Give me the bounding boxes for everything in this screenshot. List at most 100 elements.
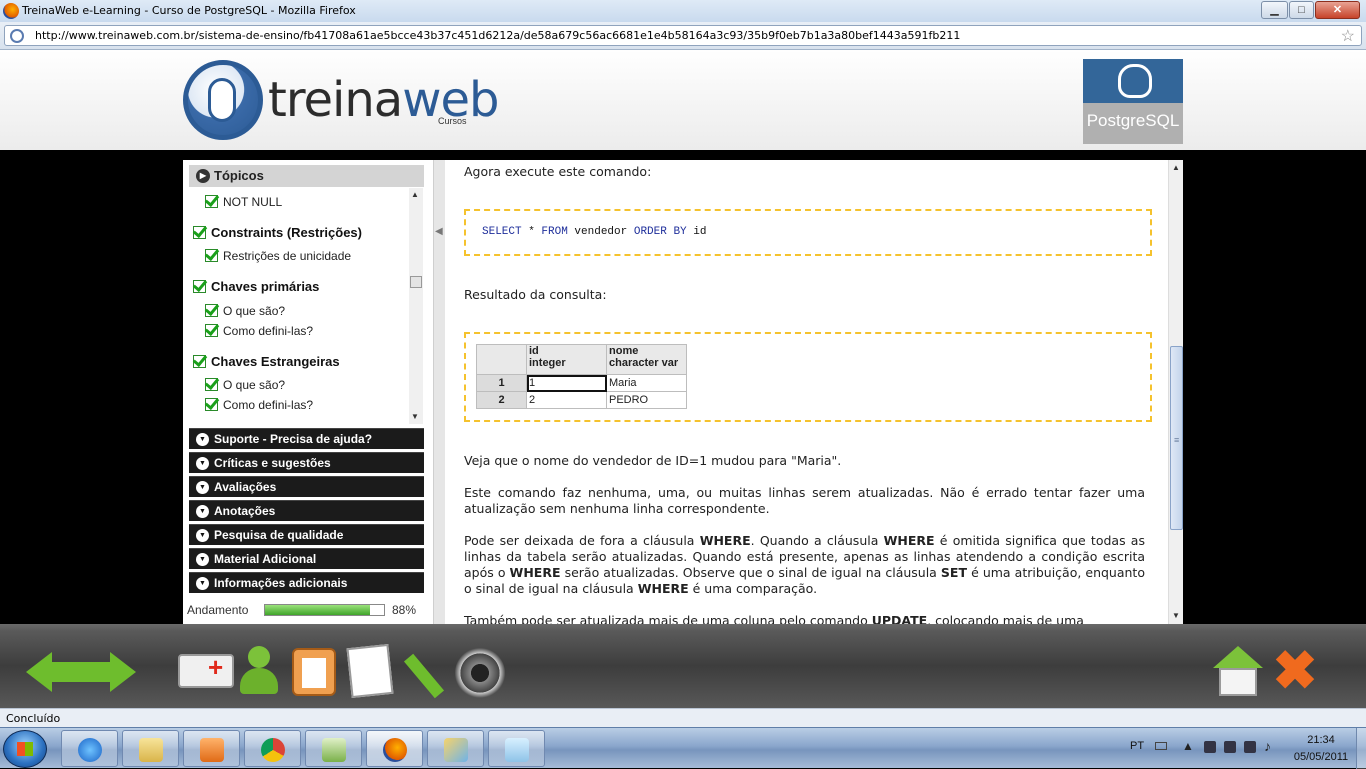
browser-statusbar: Concluído — [0, 708, 1366, 727]
topic-group[interactable]: Chaves Estrangeiras — [193, 354, 340, 369]
show-desktop-button[interactable] — [1356, 728, 1366, 769]
scroll-up-icon[interactable]: ▲ — [411, 190, 419, 199]
topic-item[interactable]: Como defini-las? — [205, 397, 313, 412]
folder-icon — [139, 738, 163, 762]
table-row: 2 2 PEDRO — [476, 391, 687, 409]
taskbar-paint[interactable] — [427, 730, 484, 767]
topic-item-label: Como defini-las? — [223, 324, 314, 338]
media-player-icon — [200, 738, 224, 762]
device-icon[interactable] — [1204, 741, 1216, 753]
sql-command: SELECT * FROM vendedor ORDER BY id — [482, 226, 706, 238]
flag-icon[interactable] — [1244, 741, 1256, 753]
grid-row-number: 2 — [476, 391, 527, 409]
grid-corner — [476, 344, 527, 375]
bookmark-star-icon[interactable]: ☆ — [1341, 26, 1355, 46]
expand-icon: ▼ — [196, 433, 209, 446]
expand-icon: ▼ — [196, 529, 209, 542]
progress-percent: 88% — [392, 603, 417, 617]
lesson-intro: Agora execute este comando: — [464, 164, 652, 179]
clipboard-icon[interactable] — [292, 648, 336, 696]
section-notes[interactable]: ▼ Anotações — [189, 500, 424, 521]
clock-time[interactable]: 21:34 — [1296, 734, 1346, 746]
section-support[interactable]: ▼ Suporte - Precisa de ajuda? — [189, 428, 424, 449]
close-window-button[interactable]: ✕ — [1315, 1, 1360, 19]
back-arrow-icon[interactable] — [26, 652, 52, 692]
topic-item-label: O que são? — [223, 304, 286, 318]
grid-header-row: id integer nome character var — [476, 344, 687, 375]
forward-arrow-icon[interactable] — [110, 652, 136, 692]
expand-icon: ▼ — [196, 481, 209, 494]
chrome-icon — [261, 738, 285, 762]
taskbar-notes[interactable] — [488, 730, 545, 767]
section-more-info[interactable]: ▼ Informações adicionais — [189, 572, 424, 593]
topic-group[interactable]: Chaves primárias — [193, 279, 319, 294]
topic-item-label: NOT NULL — [223, 195, 283, 209]
language-indicator[interactable]: PT — [1130, 740, 1144, 752]
topic-list-scrollbar[interactable]: ▲ ▼ — [409, 188, 423, 424]
topic-group[interactable]: Constraints (Restrições) — [193, 225, 362, 240]
volume-icon[interactable]: ♪ — [1264, 738, 1276, 754]
notepad-icon[interactable] — [346, 643, 394, 699]
section-extra-material[interactable]: ▼ Material Adicional — [189, 548, 424, 569]
code-block: SELECT * FROM vendedor ORDER BY id — [464, 209, 1152, 256]
taskbar-calculator[interactable] — [305, 730, 362, 767]
topic-group-label: Chaves Estrangeiras — [211, 354, 340, 369]
minimize-button[interactable]: ▁ — [1261, 1, 1288, 19]
notes-icon — [505, 738, 529, 762]
clock-date[interactable]: 05/05/2011 — [1284, 751, 1358, 763]
network-icon[interactable] — [1224, 741, 1236, 753]
maximize-button[interactable]: □ — [1289, 1, 1314, 19]
keyboard-icon[interactable] — [1155, 742, 1167, 750]
close-icon[interactable]: ✖ — [1270, 644, 1320, 698]
topic-item-label: Restrições de unicidade — [223, 249, 352, 263]
forward-arrow-tail[interactable] — [82, 662, 112, 682]
section-feedback[interactable]: ▼ Críticas e sugestões — [189, 452, 424, 473]
site-identity-icon[interactable] — [10, 29, 24, 43]
collapse-left-icon: ◀ — [435, 226, 443, 237]
scroll-down-icon[interactable]: ▼ — [411, 412, 419, 421]
lesson-paragraph: Também pode ser atualizada mais de uma c… — [464, 613, 1084, 624]
url-input[interactable]: http://www.treinaweb.com.br/sistema-de-e… — [4, 25, 1362, 46]
scrollbar-thumb[interactable] — [410, 276, 422, 288]
topic-item[interactable]: O que são? — [205, 377, 285, 392]
start-button[interactable] — [3, 730, 47, 768]
sidebar-collapse-handle[interactable]: ◀ — [433, 160, 445, 624]
user-edit-icon[interactable] — [240, 646, 280, 696]
url-text: http://www.treinaweb.com.br/sistema-de-e… — [35, 29, 961, 42]
section-ratings[interactable]: ▼ Avaliações — [189, 476, 424, 497]
speaker-icon[interactable] — [455, 648, 505, 698]
content-scrollbar[interactable]: ▲ ≡ ▼ — [1168, 160, 1183, 624]
taskbar-explorer[interactable] — [122, 730, 179, 767]
scroll-up-icon[interactable]: ▲ — [1172, 163, 1180, 172]
lesson-content: Agora execute este comando: SELECT * FRO… — [445, 160, 1168, 624]
taskbar-firefox[interactable] — [366, 730, 423, 767]
grid-cell-id: 1 — [526, 374, 607, 392]
section-survey[interactable]: ▼ Pesquisa de qualidade — [189, 524, 424, 545]
paint-palette-icon — [444, 738, 468, 762]
back-arrow-tail[interactable] — [50, 662, 82, 682]
sql-keyword: SELECT — [482, 226, 522, 238]
check-icon — [193, 280, 207, 293]
expand-tray-icon[interactable]: ▲ — [1182, 739, 1194, 753]
taskbar-internet-explorer[interactable] — [61, 730, 118, 767]
topics-header[interactable]: ▶ Tópicos — [189, 165, 424, 187]
result-block: id integer nome character var 1 1 Maria 2 … — [464, 332, 1152, 422]
course-toolbar: ✖ — [0, 624, 1366, 708]
check-icon — [205, 398, 219, 411]
scrollbar-thumb[interactable]: ≡ — [1170, 346, 1183, 530]
topic-item[interactable]: O que são? — [205, 303, 285, 318]
scroll-down-icon[interactable]: ▼ — [1172, 611, 1180, 620]
topic-item[interactable]: NOT NULL — [205, 194, 282, 209]
firefox-icon — [383, 738, 407, 762]
taskbar-media-player[interactable] — [183, 730, 240, 767]
section-label: Material Adicional — [214, 552, 317, 566]
query-result-grid: id integer nome character var 1 1 Maria 2 … — [476, 344, 687, 409]
expand-icon: ▼ — [196, 505, 209, 518]
topic-item[interactable]: Como defini-las? — [205, 323, 313, 338]
taskbar-chrome[interactable] — [244, 730, 301, 767]
home-icon[interactable] — [1213, 646, 1263, 698]
topic-item[interactable]: Restrições de unicidade — [205, 248, 351, 263]
ambulance-icon[interactable] — [178, 652, 234, 688]
upload-arrow-icon[interactable] — [400, 644, 448, 699]
window-titlebar: TreinaWeb e-Learning - Curso de PostgreS… — [0, 0, 1366, 22]
